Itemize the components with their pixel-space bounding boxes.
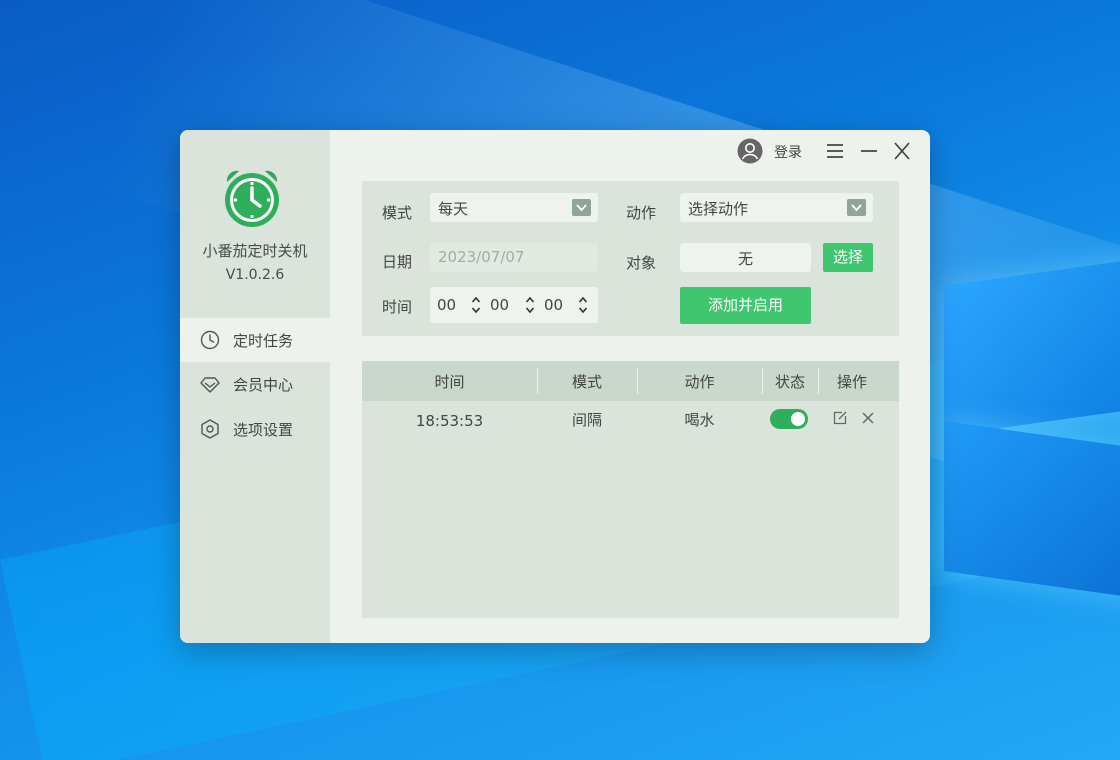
date-value: 2023/07/07 (438, 248, 525, 266)
hour-stepper-icon[interactable] (471, 295, 481, 315)
task-table: 时间 模式 动作 状态 操作 18:53:53 间隔 喝水 (362, 361, 899, 618)
column-header-status: 状态 (774, 373, 805, 391)
login-link[interactable]: 登录 (774, 142, 802, 162)
chevron-down-icon (572, 199, 591, 216)
settings-icon (201, 419, 219, 439)
date-label: 日期 (382, 253, 413, 271)
hour-value[interactable]: 00 (437, 296, 456, 314)
chevron-down-icon (847, 199, 866, 216)
sidebar-item-label: 选项设置 (233, 421, 294, 439)
target-value: 无 (737, 250, 753, 268)
diamond-icon (200, 377, 220, 393)
windows-logo-pane (944, 257, 1120, 437)
column-header-operations: 操作 (836, 373, 867, 391)
app-version: V1.0.2.6 (225, 267, 285, 283)
minute-stepper-icon[interactable] (525, 295, 535, 315)
menu-icon[interactable] (824, 141, 846, 161)
date-field[interactable]: 2023/07/07 (430, 243, 598, 272)
user-avatar-icon[interactable] (737, 138, 763, 164)
minimize-icon[interactable] (858, 141, 880, 161)
target-label: 对象 (626, 254, 657, 272)
second-stepper-icon[interactable] (578, 295, 588, 315)
toggle-knob (791, 412, 805, 426)
windows-logo (930, 250, 1120, 610)
column-header-time: 时间 (434, 373, 465, 391)
edit-icon[interactable] (832, 410, 848, 426)
sidebar-item-label: 定时任务 (233, 332, 294, 350)
action-dropdown[interactable]: 选择动作 (680, 193, 873, 222)
row-action: 喝水 (684, 411, 715, 429)
select-target-button[interactable]: 选择 (823, 243, 873, 272)
sidebar-item-scheduled-tasks[interactable]: 定时任务 (180, 318, 330, 362)
status-toggle[interactable] (770, 409, 808, 429)
target-field[interactable]: 无 (680, 243, 811, 272)
mode-label: 模式 (382, 204, 413, 222)
table-header: 时间 模式 动作 状态 操作 (362, 361, 899, 401)
action-value: 选择动作 (688, 200, 749, 218)
minute-value[interactable]: 00 (490, 296, 509, 314)
delete-icon[interactable] (860, 410, 876, 426)
second-value[interactable]: 00 (544, 296, 563, 314)
app-window: 小番茄定时关机 V1.0.2.6 定时任务 会员中心 选项设置 登录 模式 每天… (180, 130, 930, 643)
sidebar-item-member-center[interactable]: 会员中心 (180, 362, 330, 406)
sidebar-item-label: 会员中心 (233, 376, 294, 394)
sidebar: 小番茄定时关机 V1.0.2.6 定时任务 会员中心 选项设置 (180, 130, 330, 643)
row-mode: 间隔 (571, 411, 602, 429)
mode-value: 每天 (438, 200, 469, 218)
row-time: 18:53:53 (415, 412, 484, 430)
action-label: 动作 (626, 204, 657, 222)
time-picker: 00 00 00 (430, 287, 598, 323)
windows-logo-pane (944, 420, 1120, 600)
add-and-enable-button[interactable]: 添加并启用 (680, 287, 811, 324)
clock-icon (200, 330, 220, 350)
sidebar-item-settings[interactable]: 选项设置 (180, 407, 330, 451)
mode-dropdown[interactable]: 每天 (430, 193, 598, 222)
app-name: 小番茄定时关机 (202, 242, 308, 260)
alarm-clock-logo-icon (225, 170, 279, 227)
time-label: 时间 (382, 298, 413, 316)
close-icon[interactable] (891, 141, 913, 161)
column-header-mode: 模式 (571, 373, 602, 391)
column-header-action: 动作 (684, 373, 715, 391)
